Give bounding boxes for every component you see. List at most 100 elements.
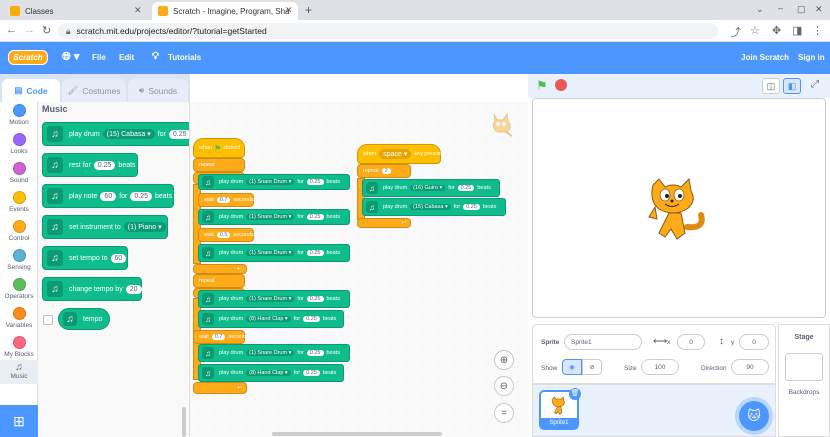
- drum-dropdown[interactable]: (8) Hand Clap ▾: [246, 316, 291, 322]
- tempo-reporter[interactable]: ♫ tempo: [58, 308, 110, 330]
- stage-canvas[interactable]: [532, 98, 826, 318]
- stop-icon[interactable]: [555, 79, 567, 91]
- category-music[interactable]: ♫ Music: [0, 360, 38, 384]
- beats-input[interactable]: 0.25: [306, 214, 324, 220]
- category-control[interactable]: Control: [0, 220, 38, 242]
- category-sensing[interactable]: Sensing: [0, 249, 38, 271]
- set-instrument-block[interactable]: ♫ set instrument to (1) Piano ▾: [42, 215, 168, 239]
- globe-icon[interactable]: 🌐︎ ▾: [62, 50, 79, 64]
- category-variables[interactable]: Variables: [0, 307, 38, 329]
- sprite-name-input[interactable]: Sprite1: [564, 334, 642, 350]
- beats-input[interactable]: 0.25: [303, 370, 320, 376]
- beats-input[interactable]: 0.25: [306, 350, 324, 356]
- repeat-block[interactable]: repeat: [193, 158, 245, 172]
- instrument-dropdown[interactable]: (1) Piano ▾: [123, 222, 166, 232]
- drum-dropdown[interactable]: (15) Cabasa ▾: [410, 204, 451, 210]
- tempo-input[interactable]: 60: [110, 253, 127, 263]
- key-dropdown[interactable]: space ▾: [379, 149, 412, 159]
- edit-menu[interactable]: Edit: [119, 53, 134, 62]
- script-horizontal-scrollbar[interactable]: [272, 432, 442, 436]
- cat-sprite[interactable]: [647, 177, 709, 243]
- beats-input[interactable]: 0.25: [457, 185, 475, 191]
- wait-block[interactable]: wait 0.7 seconds: [198, 193, 254, 207]
- scratch-logo[interactable]: Scratch: [8, 50, 48, 65]
- chrome-menu-icon[interactable]: ⋮: [812, 24, 823, 37]
- tab-search-icon[interactable]: ⌄: [756, 4, 764, 15]
- browser-tab-scratch[interactable]: Scratch - Imagine, Program, Sha: [152, 2, 298, 20]
- tempo-checkbox[interactable]: [43, 315, 53, 325]
- play-drum-block[interactable]: ♫ play drum (8) Hand Clap ▾ for 0.25 beats: [198, 364, 344, 382]
- beats-input[interactable]: 0.25: [463, 204, 480, 210]
- zoom-reset-button[interactable]: =: [494, 403, 514, 423]
- play-drum-block[interactable]: ♫ play drum (15) Cabasa ▾ for 0.25 beats: [362, 198, 506, 216]
- drum-dropdown[interactable]: (15) Cabasa ▾: [102, 129, 155, 139]
- maximize-icon[interactable]: ▢: [797, 4, 806, 15]
- choose-sprite-button[interactable]: 🐱︎: [739, 401, 769, 431]
- wait-block[interactable]: wait 0.5 seconds: [198, 228, 254, 242]
- play-drum-block[interactable]: ♫ play drum (1) Snare Drum ▾ for 0.25 beats: [198, 244, 350, 262]
- drum-dropdown[interactable]: (1) Snare Drum ▾: [246, 214, 295, 220]
- wait-input[interactable]: 0.7: [216, 197, 231, 203]
- browser-tab-classes[interactable]: Classes: [4, 2, 144, 20]
- zoom-in-button[interactable]: ⊕: [494, 350, 514, 370]
- url-input[interactable]: 🔒︎ scratch.mit.edu/projects/editor/?tuto…: [58, 23, 718, 39]
- when-key-pressed-block[interactable]: when space ▾ key pressed: [357, 144, 444, 164]
- sprite-thumbnail-sprite1[interactable]: Sprite1 🗑︎: [539, 388, 581, 430]
- close-window-icon[interactable]: ✕: [815, 4, 823, 15]
- y-input[interactable]: 0: [739, 334, 769, 350]
- x-input[interactable]: 0: [677, 334, 705, 350]
- repeat-block[interactable]: wait 0.7 seconds: [193, 330, 249, 344]
- category-my-blocks[interactable]: My Blocks: [0, 336, 38, 358]
- direction-input[interactable]: 90: [731, 359, 769, 375]
- play-drum-block[interactable]: ♫ play drum (16) Guiro ▾ for 0.25 beats: [362, 179, 500, 197]
- play-drum-block[interactable]: ♫ play drum (1) Snare Drum ▾ for 0.25 beats: [198, 344, 350, 362]
- drum-dropdown[interactable]: (1) Snare Drum ▾: [246, 250, 295, 256]
- play-drum-block[interactable]: ♫ play drum (8) Hand Clap ▾ for 0.25 beats: [198, 310, 344, 328]
- share-icon[interactable]: ⤴: [730, 24, 741, 40]
- minimize-icon[interactable]: –: [778, 3, 783, 13]
- beats-input[interactable]: 0.25: [168, 129, 189, 139]
- sign-in-button[interactable]: Sign in: [798, 53, 825, 62]
- zoom-out-button[interactable]: ⊖: [494, 376, 514, 396]
- add-extension-button[interactable]: ⊞: [0, 405, 38, 437]
- category-operators[interactable]: Operators: [0, 278, 38, 300]
- beats-input[interactable]: 0.25: [306, 296, 324, 302]
- side-panel-icon[interactable]: ◨: [792, 24, 802, 37]
- beats-input[interactable]: 0.25: [93, 160, 116, 170]
- change-tempo-block[interactable]: ♫ change tempo by 20: [42, 277, 142, 301]
- show-visible-button[interactable]: ◉: [562, 359, 582, 375]
- rest-block[interactable]: ♫ rest for 0.25 beats: [42, 153, 138, 177]
- small-stage-icon[interactable]: ◫: [762, 78, 780, 94]
- join-scratch-button[interactable]: Join Scratch: [741, 53, 789, 62]
- play-drum-block[interactable]: ♫ play drum (1) Snare Drum ▾ for 0.25 beats: [198, 290, 350, 308]
- drum-dropdown[interactable]: (1) Snare Drum ▾: [246, 296, 295, 302]
- normal-stage-icon[interactable]: ◧: [783, 78, 801, 94]
- beats-input[interactable]: 0.25: [306, 250, 324, 256]
- wait-input[interactable]: 0.5: [216, 232, 231, 238]
- category-looks[interactable]: Looks: [0, 133, 38, 155]
- tempo-change-input[interactable]: 20: [125, 284, 142, 294]
- fullscreen-icon[interactable]: ⤢: [806, 78, 824, 94]
- category-events[interactable]: Events: [0, 191, 38, 213]
- set-tempo-block[interactable]: ♫ set tempo to 60: [42, 246, 128, 270]
- repeat-count-input[interactable]: 2: [381, 168, 391, 174]
- palette-scrollbar[interactable]: [182, 407, 186, 437]
- play-note-block[interactable]: ♫ play note 60 for 0.25 beats: [42, 184, 174, 208]
- play-drum-block[interactable]: ♫ play drum (1) Snare Drum ▾ for 0.25 beats: [198, 174, 350, 190]
- category-motion[interactable]: Motion: [0, 104, 38, 126]
- note-input[interactable]: 60: [100, 191, 117, 201]
- delete-sprite-icon[interactable]: 🗑︎: [569, 388, 581, 400]
- tutorials-menu[interactable]: Tutorials: [168, 53, 201, 62]
- green-flag-icon[interactable]: ⚑: [536, 78, 548, 94]
- close-tab-icon[interactable]: ✕: [285, 5, 293, 16]
- play-drum-block[interactable]: ♫ play drum (15) Cabasa ▾ for 0.25: [42, 122, 189, 146]
- tab-costumes[interactable]: 🖌︎ Costumes: [62, 79, 126, 102]
- tab-code[interactable]: ▤ Code: [2, 79, 60, 102]
- show-hidden-button[interactable]: ⊘: [582, 359, 602, 375]
- back-icon[interactable]: ←: [6, 24, 17, 36]
- drum-dropdown[interactable]: (1) Snare Drum ▾: [246, 179, 295, 185]
- beats-input[interactable]: 0.25: [130, 191, 153, 201]
- drum-dropdown[interactable]: (1) Snare Drum ▾: [246, 350, 295, 356]
- bookmark-star-icon[interactable]: ☆: [750, 24, 760, 37]
- when-flag-clicked-block[interactable]: when ⚑ clicked: [193, 138, 245, 158]
